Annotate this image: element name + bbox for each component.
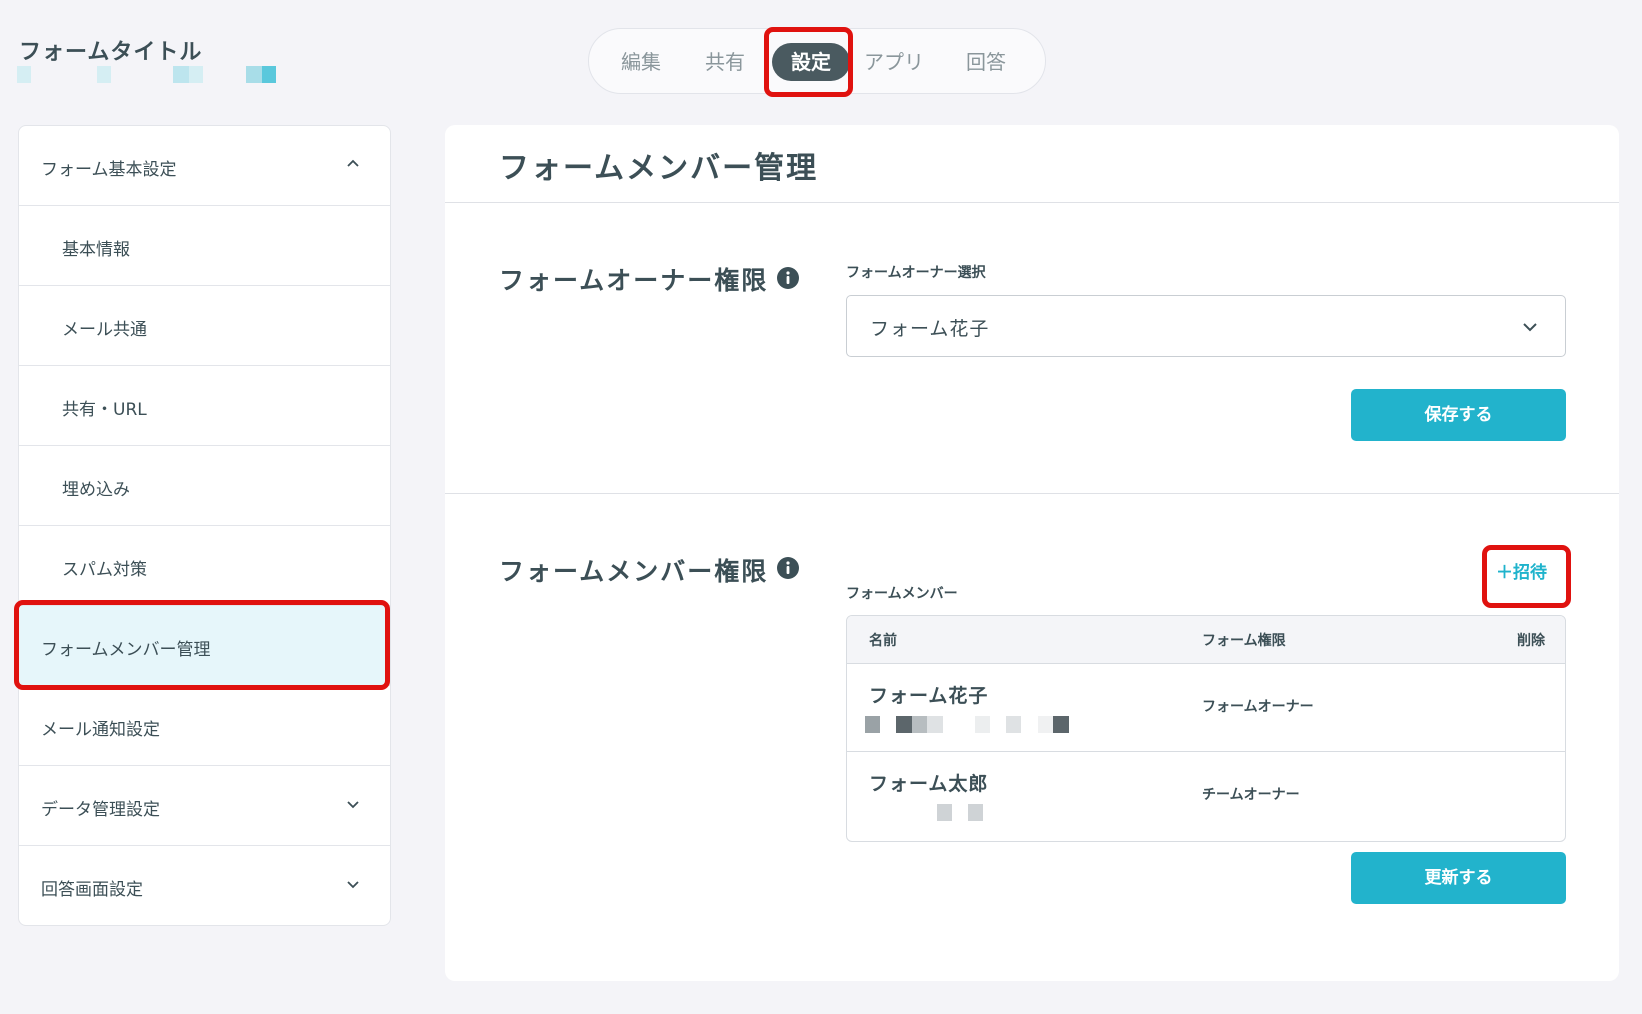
member-table: 名前 フォーム権限 削除 フォーム花子 フォームオーナー フォーム太郎 チームオ…: [846, 615, 1566, 842]
divider: [445, 493, 1619, 494]
sidebar-item-label: 基本情報: [62, 240, 130, 260]
chevron-down-icon: [347, 881, 359, 889]
main-panel: フォームメンバー管理 フォームオーナー権限 フォームオーナー選択 フォーム花子 …: [445, 125, 1619, 981]
member-name: フォーム太郎: [869, 773, 989, 795]
sidebar-item-label: メール共通: [62, 320, 147, 340]
member-email-redacted: [865, 716, 1085, 734]
tab-apps[interactable]: アプリ: [853, 43, 935, 81]
sidebar-item-label: フォームメンバー管理: [41, 640, 211, 660]
sidebar-item-label: データ管理設定: [41, 800, 160, 820]
tab-share[interactable]: 共有: [689, 43, 761, 81]
chevron-up-icon: [347, 159, 359, 167]
top-tab-bar: 編集 共有 設定 アプリ 回答: [588, 28, 1046, 94]
form-title: フォームタイトル: [19, 40, 203, 65]
sidebar-item-label: フォーム基本設定: [41, 160, 177, 180]
owner-select[interactable]: フォーム花子: [846, 295, 1566, 357]
settings-sidebar: フォーム基本設定 基本情報 メール共通 共有・URL 埋め込み スパム対策 フォ…: [18, 125, 391, 926]
sidebar-item-label: 共有・URL: [62, 400, 147, 420]
column-header-name: 名前: [869, 633, 897, 649]
tab-settings[interactable]: 設定: [772, 43, 850, 81]
update-button[interactable]: 更新する: [1351, 852, 1566, 904]
member-role: フォームオーナー: [1202, 699, 1314, 715]
table-row: フォーム太郎 チームオーナー: [847, 751, 1565, 839]
sidebar-item-label: 埋め込み: [62, 480, 130, 500]
member-section-title: フォームメンバー権限: [499, 557, 769, 586]
sidebar-item-form-member-management[interactable]: フォームメンバー管理: [19, 606, 390, 686]
sidebar-item-embed[interactable]: 埋め込み: [19, 446, 390, 526]
tab-responses[interactable]: 回答: [945, 43, 1027, 81]
info-icon[interactable]: [776, 266, 800, 290]
sidebar-item-form-basic-settings[interactable]: フォーム基本設定: [19, 126, 390, 206]
save-button[interactable]: 保存する: [1351, 389, 1566, 441]
sidebar-item-share-url[interactable]: 共有・URL: [19, 366, 390, 446]
sidebar-item-basic-info[interactable]: 基本情報: [19, 206, 390, 286]
form-subtitle-redacted: [17, 66, 277, 83]
owner-select-label: フォームオーナー選択: [846, 265, 986, 281]
column-header-role: フォーム権限: [1202, 633, 1286, 649]
info-icon[interactable]: [776, 556, 800, 580]
member-role: チームオーナー: [1202, 787, 1300, 803]
sidebar-item-mail-notification[interactable]: メール通知設定: [19, 686, 390, 766]
member-list-label: フォームメンバー: [846, 586, 958, 602]
invite-button[interactable]: ＋招待: [1496, 558, 1547, 583]
table-row: フォーム花子 フォームオーナー: [847, 663, 1565, 752]
member-name: フォーム花子: [869, 685, 989, 707]
sidebar-item-label: メール通知設定: [41, 720, 160, 740]
member-email-redacted: [865, 804, 1085, 822]
divider: [445, 202, 1619, 203]
owner-select-value: フォーム花子: [870, 318, 990, 340]
sidebar-item-data-management[interactable]: データ管理設定: [19, 766, 390, 846]
sidebar-item-spam-protection[interactable]: スパム対策: [19, 526, 390, 606]
chevron-down-icon: [347, 801, 359, 809]
table-header: 名前 フォーム権限 削除: [847, 616, 1565, 664]
owner-section-title: フォームオーナー権限: [499, 266, 769, 295]
sidebar-item-mail-common[interactable]: メール共通: [19, 286, 390, 366]
sidebar-item-label: スパム対策: [62, 560, 147, 580]
tab-edit[interactable]: 編集: [605, 43, 677, 81]
chevron-down-icon: [1523, 323, 1537, 332]
column-header-delete: 削除: [1517, 633, 1545, 649]
page-title: フォームメンバー管理: [499, 151, 819, 186]
sidebar-item-label: 回答画面設定: [41, 880, 143, 900]
sidebar-item-response-screen[interactable]: 回答画面設定: [19, 846, 390, 926]
